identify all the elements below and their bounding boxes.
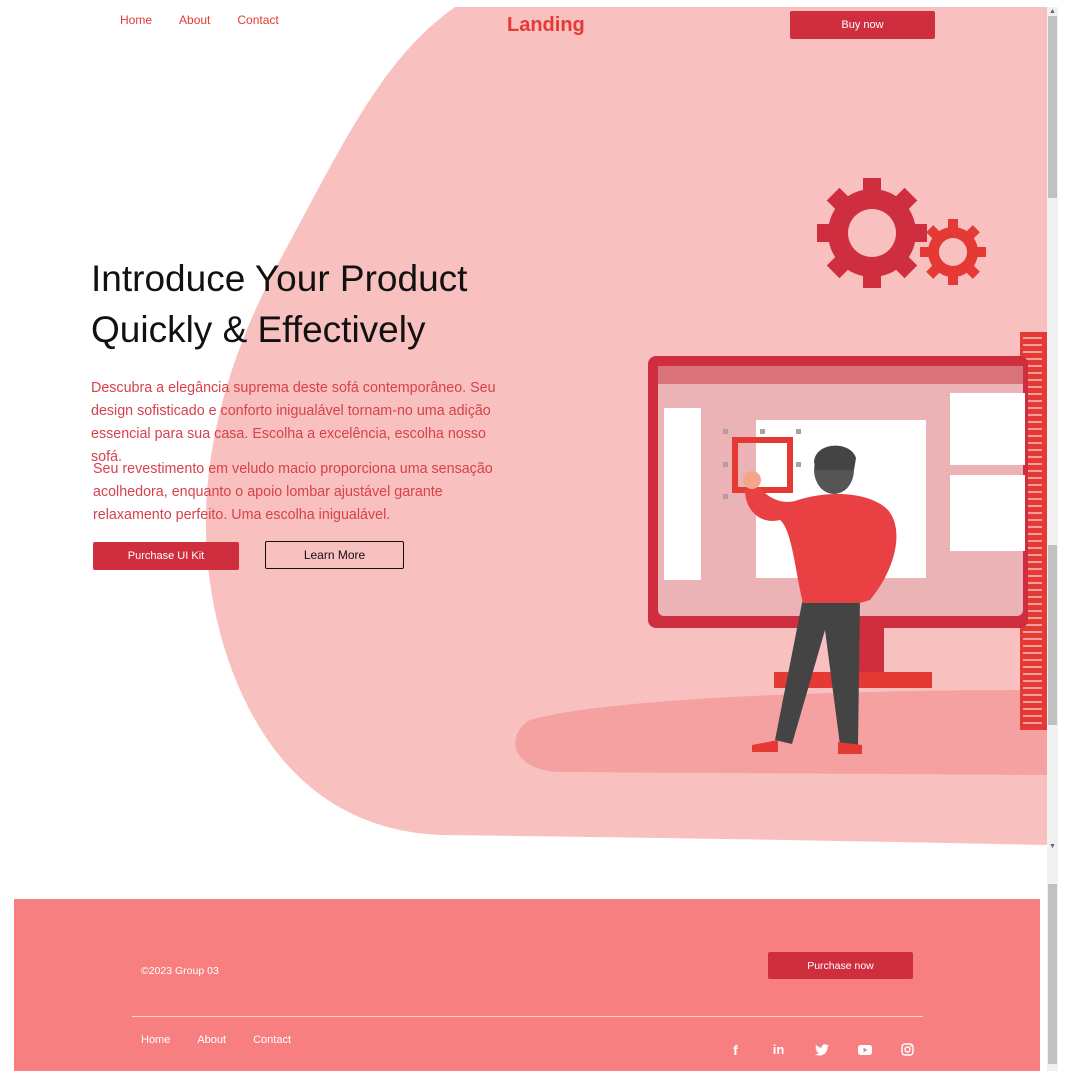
footer-about-link[interactable]: About bbox=[197, 1034, 226, 1046]
social-links: f in bbox=[727, 1041, 916, 1058]
copyright-text: ©2023 Group 03 bbox=[141, 965, 219, 977]
top-nav: Home About Contact bbox=[120, 13, 279, 27]
hero-paragraph-2: Seu revestimento em veludo macio proporc… bbox=[93, 461, 493, 523]
footer-nav: Home About Contact bbox=[141, 1034, 318, 1046]
scrollbar-thumb[interactable] bbox=[1048, 16, 1057, 198]
hero-paragraph-1: Descubra a elegância suprema deste sofá … bbox=[91, 380, 496, 465]
scroll-down-arrow-icon[interactable]: ▼ bbox=[1049, 843, 1056, 850]
hero-title-line1: Introduce Your Product bbox=[91, 258, 468, 299]
nav-about-link[interactable]: About bbox=[179, 13, 210, 27]
learn-more-button[interactable]: Learn More bbox=[265, 541, 404, 569]
scrollbar-thumb[interactable] bbox=[1048, 545, 1057, 725]
nav-contact-link[interactable]: Contact bbox=[237, 13, 278, 27]
purchase-now-button[interactable]: Purchase now bbox=[768, 952, 913, 979]
facebook-icon[interactable]: f bbox=[727, 1041, 744, 1058]
site-logo[interactable]: Landing bbox=[507, 14, 585, 37]
scrollbar-thumb[interactable] bbox=[1048, 884, 1057, 1064]
footer-home-link[interactable]: Home bbox=[141, 1034, 170, 1046]
scroll-up-arrow-icon[interactable]: ▲ bbox=[1049, 8, 1056, 15]
purchase-ui-kit-button[interactable]: Purchase UI Kit bbox=[93, 542, 239, 570]
footer: ©2023 Group 03 Purchase now Home About C… bbox=[14, 899, 1040, 1071]
hero-title-line2: Quickly & Effectively bbox=[91, 309, 426, 350]
buy-now-button[interactable]: Buy now bbox=[790, 11, 935, 39]
linkedin-icon[interactable]: in bbox=[770, 1041, 787, 1058]
footer-contact-link[interactable]: Contact bbox=[253, 1034, 291, 1046]
youtube-icon[interactable] bbox=[856, 1041, 873, 1058]
nav-home-link[interactable]: Home bbox=[120, 13, 152, 27]
twitter-icon[interactable] bbox=[813, 1041, 830, 1058]
instagram-icon[interactable] bbox=[899, 1041, 916, 1058]
footer-divider bbox=[132, 1016, 923, 1017]
hero-title: Introduce Your Product Quickly & Effecti… bbox=[91, 253, 551, 355]
